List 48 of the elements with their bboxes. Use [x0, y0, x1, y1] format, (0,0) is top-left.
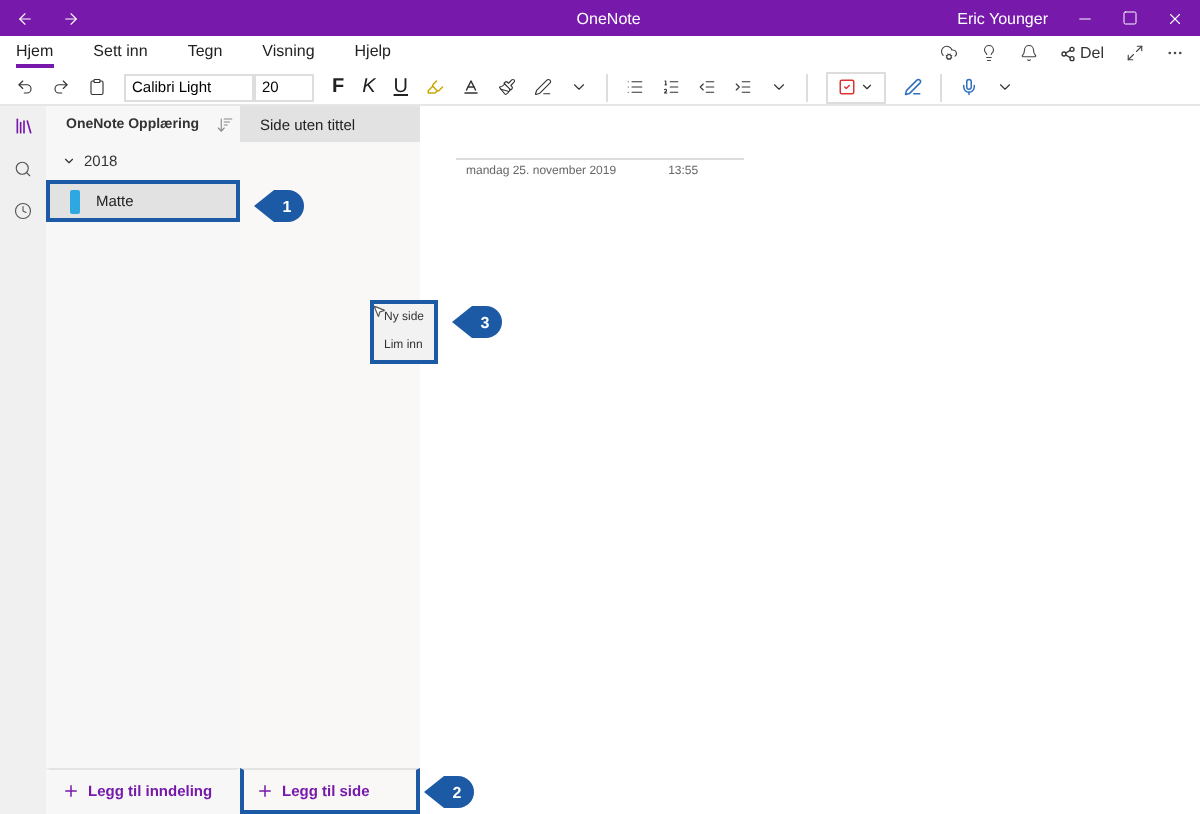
microphone-icon[interactable] — [960, 78, 979, 96]
spelling-icon[interactable] — [904, 78, 923, 96]
chevron-icon[interactable] — [996, 78, 1015, 96]
close-icon[interactable] — [1166, 9, 1184, 27]
numbered-list-icon[interactable] — [662, 78, 681, 96]
undo-icon[interactable] — [16, 78, 34, 96]
checkbox-icon — [838, 78, 857, 96]
format-button[interactable]: F — [332, 76, 345, 98]
forward-arrow-icon[interactable] — [62, 9, 80, 27]
callout-badge: 1 — [254, 188, 306, 224]
chevron-icon[interactable] — [570, 78, 589, 96]
sort-icon[interactable] — [215, 115, 233, 133]
maximize-icon[interactable] — [1122, 10, 1138, 26]
font-color-icon[interactable] — [462, 78, 481, 96]
expand-icon[interactable] — [1126, 44, 1144, 62]
window-title: OneNote — [574, 9, 643, 27]
share-icon — [1059, 45, 1076, 61]
plus-icon — [62, 781, 80, 799]
bell-icon[interactable] — [1019, 44, 1038, 62]
cloud-icon[interactable] — [939, 44, 958, 62]
user-name: Eric Younger — [957, 9, 1048, 27]
search-icon[interactable] — [14, 160, 32, 178]
chevron-icon — [860, 80, 875, 94]
menu-tab[interactable]: Sett inn — [93, 38, 148, 68]
back-arrow-icon[interactable] — [16, 9, 34, 27]
plus-icon — [256, 781, 274, 799]
menu-tab[interactable]: Tegn — [187, 38, 223, 68]
callout-badge: 3 — [452, 304, 504, 340]
chevron-icon[interactable] — [770, 78, 789, 96]
format-button[interactable]: U — [393, 76, 409, 98]
chevron-icon — [62, 154, 76, 168]
redo-icon[interactable] — [52, 78, 70, 96]
callout-badge: 2 — [424, 774, 476, 810]
menu-tab[interactable]: Hjem — [16, 38, 54, 68]
tag-button[interactable] — [826, 71, 887, 103]
recent-icon[interactable] — [14, 202, 32, 220]
paintbrush-icon[interactable] — [498, 78, 517, 96]
clipboard-icon[interactable] — [88, 78, 106, 96]
format-button[interactable]: K — [362, 76, 376, 98]
pen-icon[interactable] — [534, 78, 553, 96]
indent-icon[interactable] — [734, 78, 753, 96]
notebooks-icon[interactable] — [13, 116, 33, 136]
cursor-icon — [372, 304, 386, 318]
bullet-list-icon[interactable] — [626, 78, 645, 96]
menu-tab[interactable]: Hjelp — [354, 38, 391, 68]
outdent-icon[interactable] — [698, 78, 717, 96]
share-button[interactable]: Del — [1059, 44, 1104, 62]
menu-tab[interactable]: Visning — [262, 38, 315, 68]
